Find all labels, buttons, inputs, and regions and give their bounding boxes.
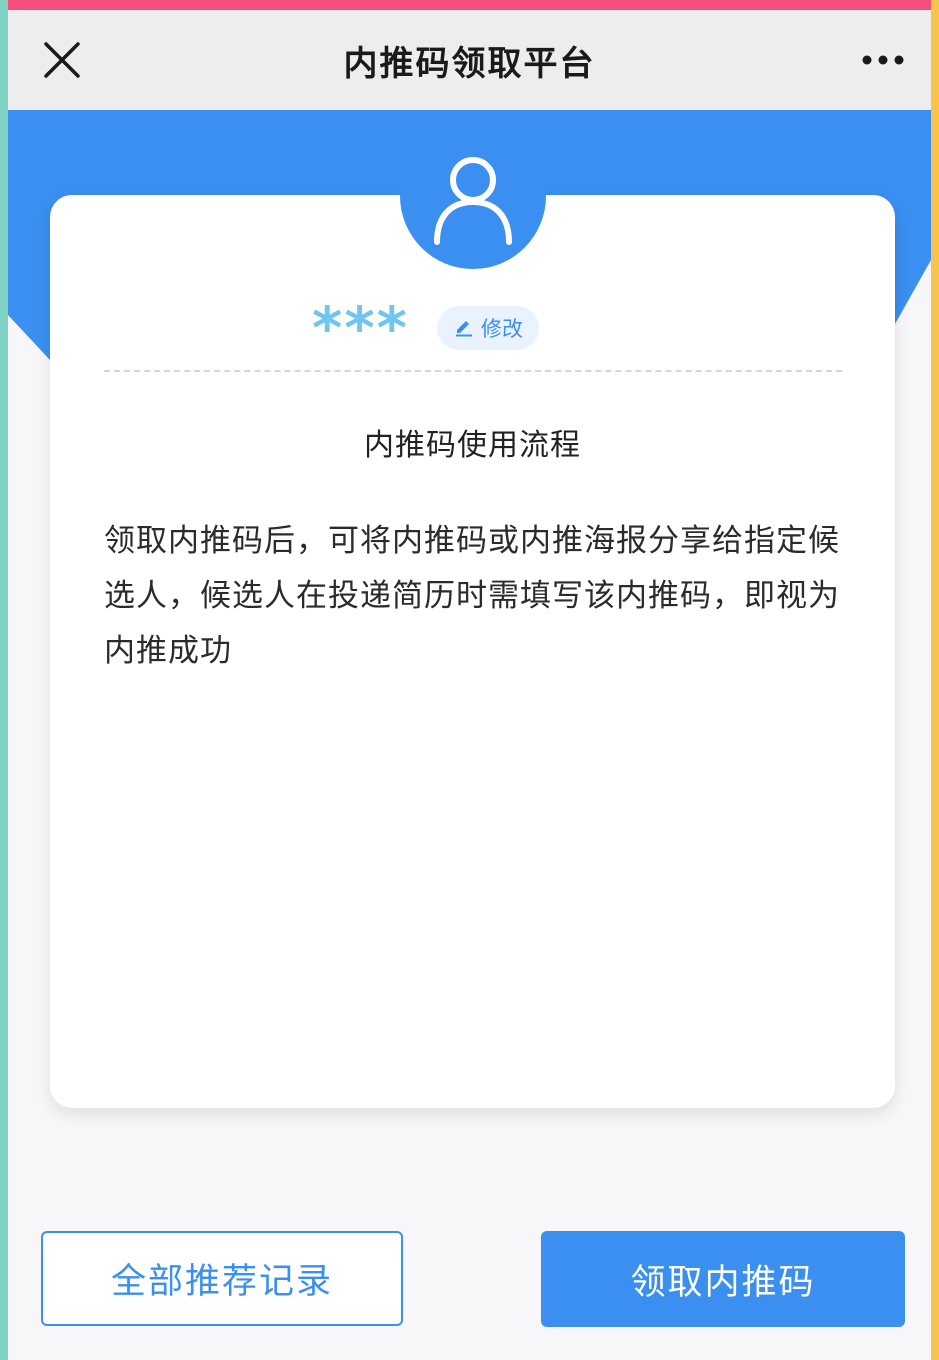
- user-icon: [400, 123, 546, 269]
- user-name-row: *** 修改: [312, 294, 539, 362]
- edit-name-label: 修改: [481, 317, 523, 341]
- section-title: 内推码使用流程: [364, 428, 581, 463]
- navbar: 内推码领取平台: [8, 10, 931, 110]
- usage-description: 领取内推码后，可将内推码或内推海报分享给指定候选人，候选人在投递简历时需填写该内…: [104, 523, 840, 669]
- masked-user-name: ***: [312, 294, 409, 362]
- close-icon[interactable]: [42, 40, 82, 80]
- frame-edge-left: [0, 0, 8, 1360]
- pencil-icon: [453, 315, 475, 341]
- app-frame: 内推码领取平台 *** 修改 内推码使用流程 领取内推码后，可将内推码或内推海报…: [0, 0, 939, 1360]
- frame-edge-right: [931, 0, 939, 1360]
- all-records-button[interactable]: 全部推荐记录: [41, 1231, 403, 1326]
- dashed-divider: [104, 370, 842, 372]
- more-icon[interactable]: [861, 42, 905, 78]
- page-title: 内推码领取平台: [343, 43, 596, 84]
- edit-name-button[interactable]: 修改: [437, 306, 539, 350]
- claim-code-button[interactable]: 领取内推码: [541, 1231, 905, 1327]
- frame-edge-top: [0, 0, 939, 10]
